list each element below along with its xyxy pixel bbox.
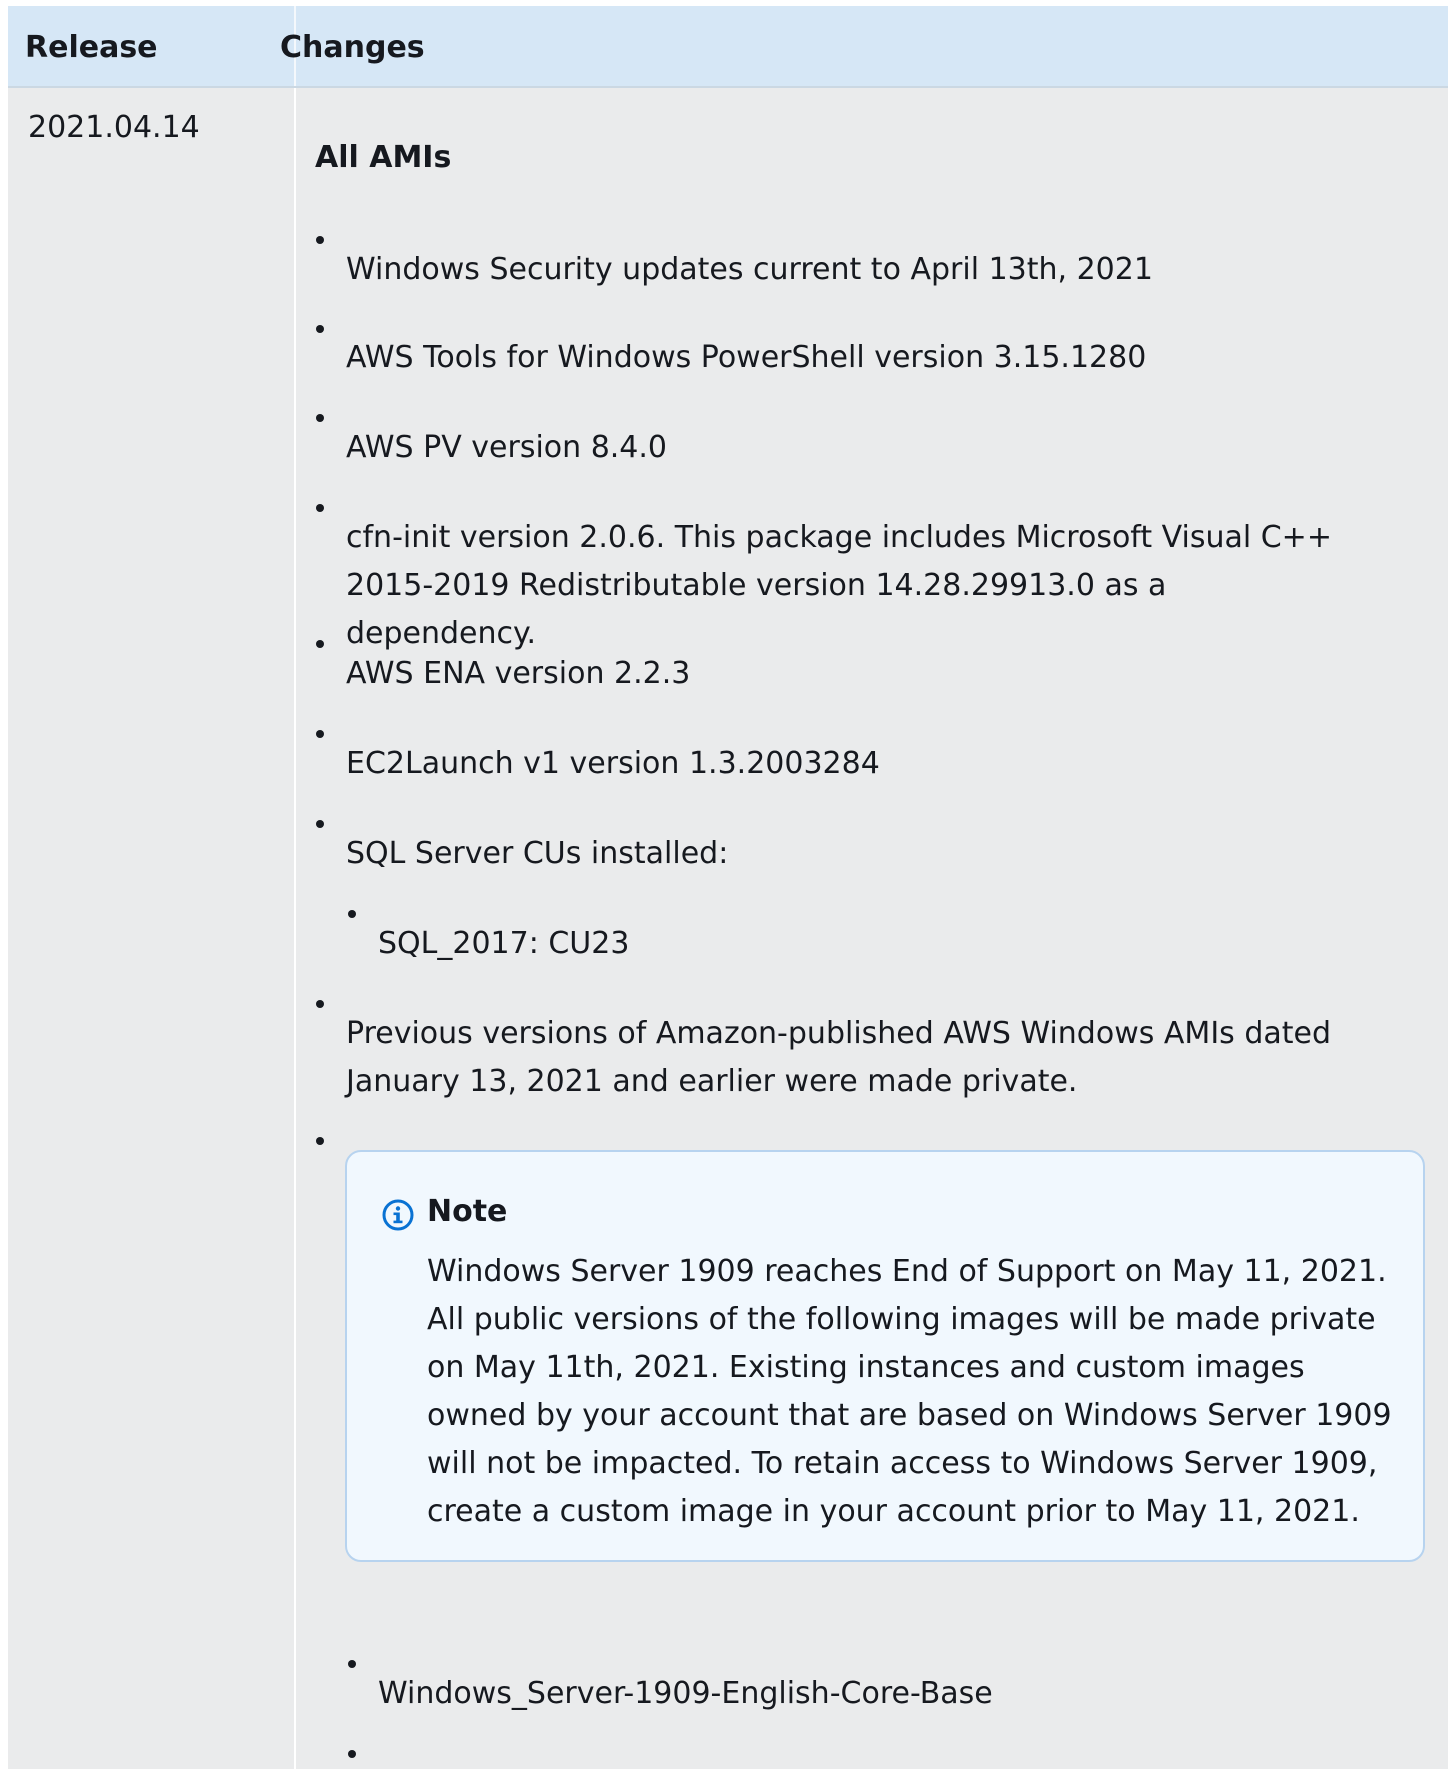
note-title: Note bbox=[427, 1194, 508, 1229]
list-item: SQL Server CUs installed: bbox=[346, 836, 729, 871]
bullet-icon bbox=[316, 730, 324, 738]
bullet-icon bbox=[316, 820, 324, 828]
info-icon bbox=[382, 1199, 414, 1231]
bullet-icon bbox=[348, 910, 356, 918]
bullet-icon bbox=[348, 1660, 356, 1668]
bullet-icon bbox=[316, 236, 324, 244]
list-item: cfn-init version 2.0.6. This package inc… bbox=[346, 520, 1332, 651]
column-header-release: Release bbox=[25, 30, 158, 65]
list-item: AWS ENA version 2.2.3 bbox=[346, 656, 691, 691]
list-item-nested: SQL_2017: CU23 bbox=[378, 926, 630, 961]
bullet-icon bbox=[316, 414, 324, 422]
note-callout: Note Windows Server 1909 reaches End of … bbox=[345, 1150, 1425, 1562]
bullet-icon bbox=[316, 1137, 324, 1145]
table-header: Release Changes bbox=[8, 6, 1448, 88]
list-item: Previous versions of Amazon-published AW… bbox=[346, 1016, 1332, 1099]
bullet-icon bbox=[316, 640, 324, 648]
bullet-icon bbox=[316, 504, 324, 512]
bullet-icon bbox=[316, 325, 324, 333]
list-item: EC2Launch v1 version 1.3.2003284 bbox=[346, 746, 880, 781]
list-item: Windows Security updates current to Apri… bbox=[346, 252, 1153, 287]
section-title: All AMIs bbox=[315, 140, 452, 175]
list-item: AWS PV version 8.4.0 bbox=[346, 430, 668, 465]
column-header-changes: Changes bbox=[280, 30, 425, 65]
list-item-nested: Windows_Server-1909-English-Core-Base bbox=[378, 1676, 993, 1711]
column-divider bbox=[294, 88, 296, 1769]
list-item: AWS Tools for Windows PowerShell version… bbox=[346, 340, 1147, 375]
release-date: 2021.04.14 bbox=[28, 110, 200, 145]
bullet-icon bbox=[348, 1750, 356, 1758]
note-body: Windows Server 1909 reaches End of Suppo… bbox=[427, 1254, 1392, 1529]
bullet-icon bbox=[316, 1000, 324, 1008]
